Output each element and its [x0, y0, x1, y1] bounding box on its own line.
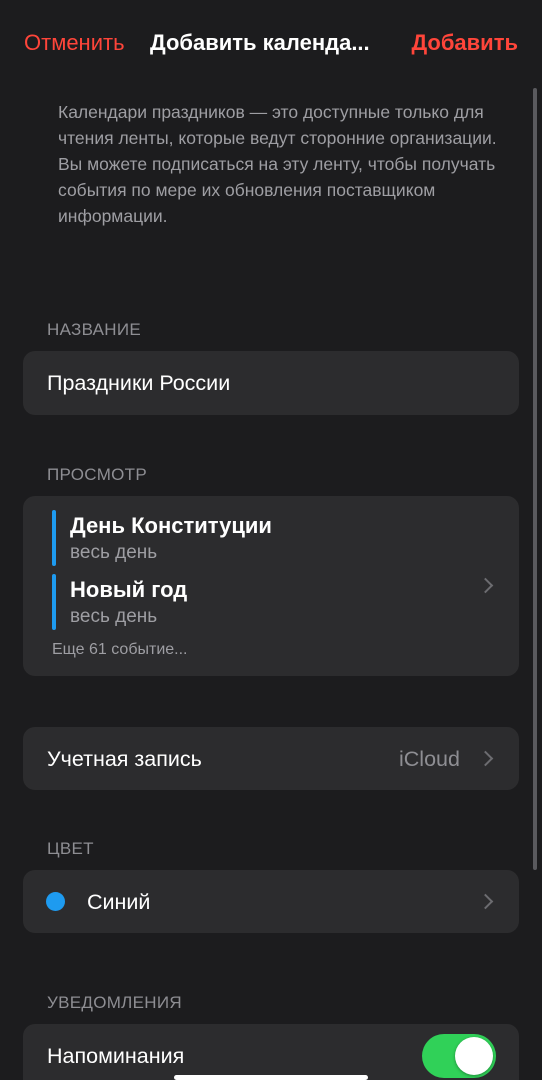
account-row[interactable]: Учетная запись iCloud	[23, 727, 519, 790]
reminders-label: Напоминания	[47, 1044, 185, 1068]
preview-section-header: ПРОСМОТР	[47, 465, 148, 484]
reminders-row: Напоминания	[23, 1024, 519, 1080]
event-color-bar	[52, 574, 56, 630]
chevron-right-icon	[477, 577, 494, 594]
home-indicator[interactable]	[174, 1075, 368, 1080]
event-subtitle: весь день	[70, 542, 158, 563]
calendar-name-value[interactable]: Праздники России	[47, 371, 230, 396]
color-section-header: ЦВЕТ	[47, 839, 94, 858]
notifications-section-header: УВЕДОМЛЕНИЯ	[47, 993, 182, 1012]
event-subtitle: весь день	[70, 606, 158, 627]
page-title: Добавить календа...	[150, 30, 370, 55]
event-color-bar	[52, 510, 56, 566]
name-field[interactable]: Праздники России	[23, 351, 519, 415]
chevron-right-icon	[477, 893, 494, 910]
cancel-button[interactable]: Отменить	[24, 30, 125, 56]
color-dot-icon	[46, 892, 65, 911]
scrollbar[interactable]	[533, 88, 537, 870]
event-title: Новый год	[70, 577, 188, 602]
reminders-toggle[interactable]	[422, 1034, 496, 1078]
name-section-header: НАЗВАНИЕ	[47, 320, 142, 339]
info-description: Календари праздников — это доступные тол…	[58, 102, 497, 226]
more-events-label: Еще 61 событие...	[52, 641, 188, 658]
account-label: Учетная запись	[47, 747, 202, 771]
chevron-right-icon	[477, 750, 494, 767]
add-button[interactable]: Добавить	[411, 30, 518, 56]
account-value: iCloud	[399, 747, 460, 771]
color-row[interactable]: Синий	[23, 870, 519, 933]
nav-bar: Отменить Добавить календа... Добавить	[0, 0, 542, 88]
event-title: День Конституции	[70, 513, 272, 538]
toggle-knob	[455, 1037, 493, 1075]
preview-card[interactable]: День Конституции весь день Новый год вес…	[23, 496, 519, 676]
add-calendar-screen: Отменить Добавить календа... Добавить Ка…	[0, 0, 542, 1080]
color-value: Синий	[87, 890, 151, 914]
